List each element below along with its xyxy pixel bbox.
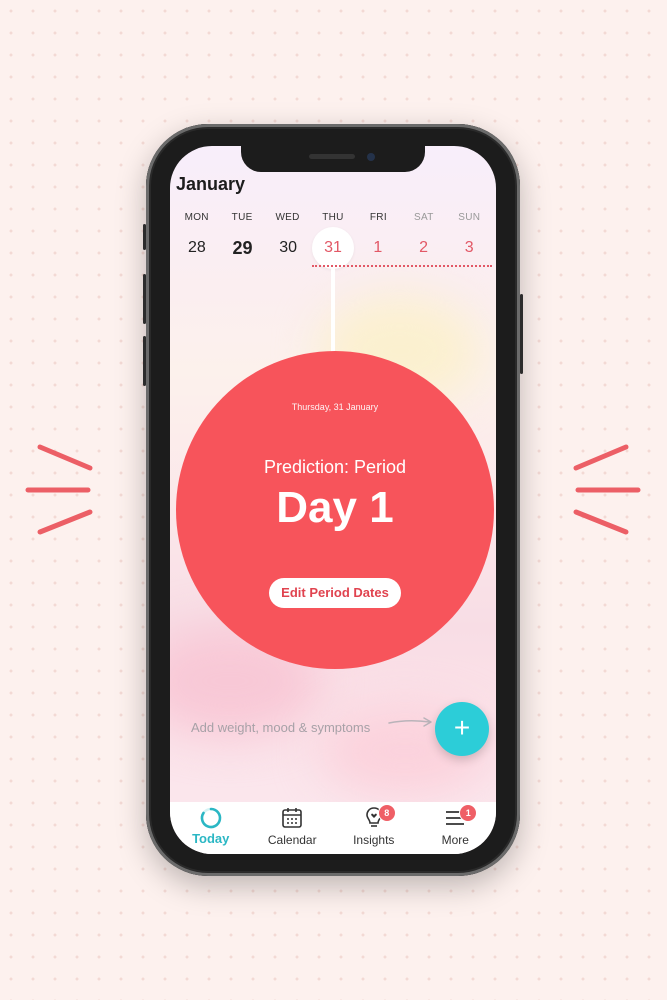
nav-item-insights[interactable]: 8 Insights bbox=[333, 802, 415, 854]
date-cell[interactable]: 28 bbox=[174, 234, 220, 262]
weekday-label: THU bbox=[322, 212, 344, 223]
today-ring-icon bbox=[200, 807, 222, 829]
date-cell-period[interactable]: 1 bbox=[355, 234, 401, 262]
nav-label: Calendar bbox=[267, 833, 317, 847]
month-title: January bbox=[176, 174, 246, 194]
prediction-circle: Thursday, 31 January Prediction: Period … bbox=[176, 351, 494, 669]
bottom-nav: Today Calendar 8 Insights 1 More bbox=[170, 802, 496, 854]
nav-label: More bbox=[441, 833, 469, 847]
edit-period-dates-button[interactable]: Edit Period Dates bbox=[269, 578, 401, 608]
date-cell-period[interactable]: 3 bbox=[446, 234, 492, 262]
prediction-day: Day 1 bbox=[276, 483, 394, 532]
weekday-label: TUE bbox=[231, 212, 253, 223]
deco-line-right-top bbox=[573, 444, 629, 471]
weekday-label: WED bbox=[275, 212, 300, 223]
nav-item-more[interactable]: 1 More bbox=[415, 802, 497, 854]
weekday-label: FRI bbox=[369, 212, 387, 223]
mute-switch bbox=[143, 224, 146, 250]
week-date-strip: 28 29 30 31 1 2 3 bbox=[174, 227, 492, 269]
prediction-date: Thursday, 31 January bbox=[291, 402, 379, 412]
volume-up-button bbox=[143, 274, 146, 324]
nav-label: Insights bbox=[353, 833, 395, 847]
notch bbox=[241, 146, 425, 172]
log-symptoms-prompt[interactable]: Add weight, mood & symptoms bbox=[191, 720, 370, 735]
insights-badge: 8 bbox=[377, 804, 396, 822]
date-cell-period[interactable]: 2 bbox=[401, 234, 447, 262]
power-button bbox=[520, 294, 523, 374]
prediction-title: Prediction: Period bbox=[263, 457, 407, 477]
weekday-label: SUN bbox=[458, 212, 481, 223]
deco-line-left-top bbox=[37, 444, 93, 471]
more-badge: 1 bbox=[459, 804, 478, 822]
deco-line-right-bottom bbox=[573, 509, 629, 535]
selected-day-connector bbox=[331, 268, 335, 352]
weekday-label: MON bbox=[184, 212, 209, 223]
nav-item-calendar[interactable]: Calendar bbox=[252, 802, 334, 854]
nav-label: Today bbox=[192, 831, 230, 846]
plus-icon: + bbox=[453, 712, 471, 743]
app-screen: January MON TUE WED THU FRI SAT SUN 28 2… bbox=[170, 146, 496, 854]
calendar-icon bbox=[282, 808, 303, 828]
add-log-button[interactable]: + bbox=[435, 702, 489, 756]
nav-item-today[interactable]: Today bbox=[170, 802, 252, 854]
weekday-label: SAT bbox=[414, 212, 434, 223]
date-cell-today[interactable]: 29 bbox=[220, 234, 266, 262]
arrow-right-icon bbox=[388, 717, 432, 727]
phone-frame: January MON TUE WED THU FRI SAT SUN 28 2… bbox=[143, 124, 523, 876]
date-cell-selected[interactable]: 31 bbox=[312, 227, 355, 269]
period-dotted-underline bbox=[312, 265, 492, 267]
volume-down-button bbox=[143, 336, 146, 386]
date-cell[interactable]: 30 bbox=[265, 234, 311, 262]
deco-line-left-bottom bbox=[37, 509, 93, 535]
weekday-header-row: MON TUE WED THU FRI SAT SUN bbox=[174, 212, 492, 228]
